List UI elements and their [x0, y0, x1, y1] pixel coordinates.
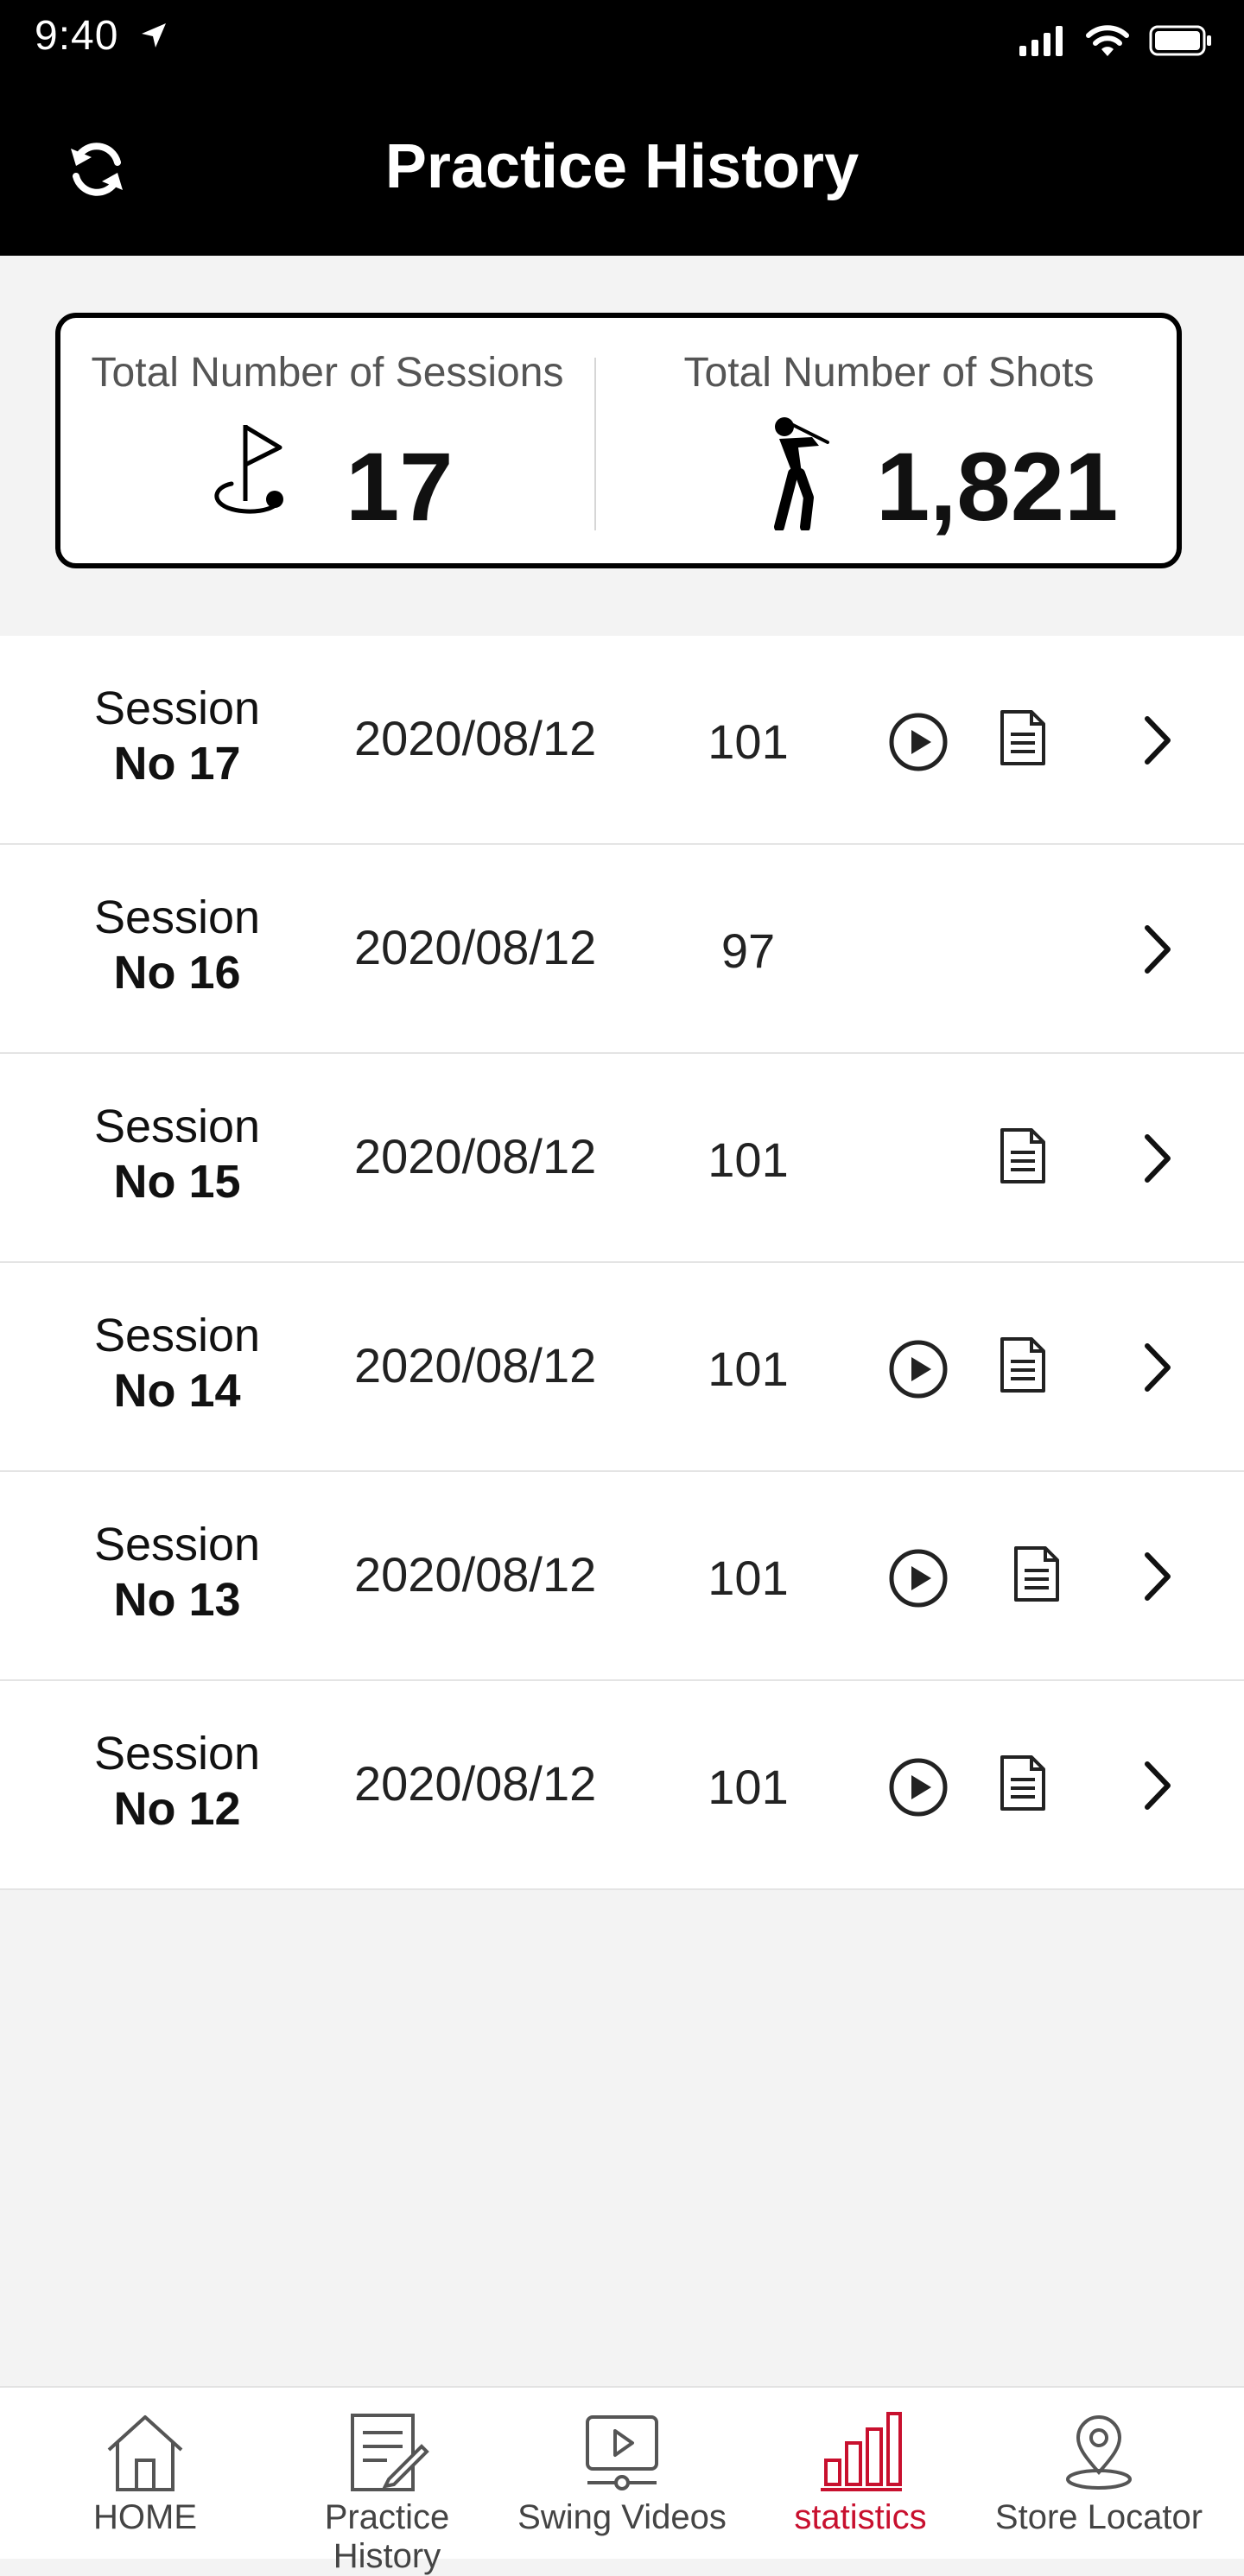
tab-bar: HOME Practice History Swing Videos stati… — [0, 2386, 1244, 2575]
session-row[interactable]: Session No 12 2020/08/12 101 — [0, 1681, 1244, 1890]
page-title: Practice History — [384, 132, 860, 201]
time-text: 9:40 — [35, 13, 119, 59]
session-date: 2020/08/12 — [354, 711, 597, 765]
shots-label: Total Number of Shots — [683, 350, 1095, 396]
session-number: No 17 — [113, 738, 241, 790]
session-name: Session No 12 — [60, 1726, 294, 1837]
play-video-icon[interactable] — [888, 1339, 949, 1399]
session-date: 2020/08/12 — [354, 920, 597, 974]
session-name: Session No 17 — [60, 681, 294, 791]
tab-home-label: HOME — [93, 2498, 197, 2536]
status-time: 9:40 — [35, 12, 171, 60]
chevron-right-icon[interactable] — [1135, 919, 1178, 980]
session-row[interactable]: Session No 16 2020/08/12 97 — [0, 845, 1244, 1054]
play-video-icon[interactable] — [888, 712, 949, 772]
sessions-count: 17 — [346, 433, 454, 541]
practice-history-icon — [351, 2414, 429, 2491]
play-video-icon[interactable] — [888, 1757, 949, 1818]
session-date: 2020/08/12 — [354, 1756, 597, 1811]
location-arrow-icon — [141, 23, 166, 48]
tab-home[interactable]: HOME — [74, 2388, 216, 2559]
session-number: No 12 — [113, 1783, 241, 1835]
chevron-right-icon[interactable] — [1135, 1128, 1178, 1189]
session-date: 2020/08/12 — [354, 1129, 597, 1183]
tab-store-locator-label: Store Locator — [994, 2498, 1203, 2536]
chevron-right-icon[interactable] — [1135, 1546, 1178, 1607]
report-document-icon[interactable] — [999, 1126, 1047, 1185]
tab-statistics-label: statistics — [794, 2498, 927, 2536]
tab-practice-history-label: Practice History — [324, 2498, 450, 2575]
report-document-icon[interactable] — [999, 1754, 1047, 1812]
shots-summary: Total Number of Shots 1,821 — [596, 318, 1182, 563]
session-shot-count: 101 — [708, 1133, 789, 1187]
chevron-right-icon[interactable] — [1135, 1337, 1178, 1398]
sessions-label: Total Number of Sessions — [91, 350, 564, 396]
tab-store-locator[interactable]: Store Locator — [995, 2388, 1203, 2559]
signal-icon — [1019, 26, 1063, 56]
golf-flag-icon — [214, 424, 283, 514]
session-row[interactable]: Session No 17 2020/08/12 101 — [0, 636, 1244, 845]
session-number: No 15 — [113, 1156, 241, 1208]
session-row[interactable]: Session No 15 2020/08/12 101 — [0, 1054, 1244, 1263]
chevron-right-icon[interactable] — [1135, 710, 1178, 771]
session-label: Session — [93, 1728, 261, 1780]
session-shot-count: 101 — [708, 1760, 789, 1814]
home-icon — [107, 2415, 183, 2491]
session-label: Session — [93, 1101, 261, 1152]
store-locator-icon — [1066, 2415, 1132, 2490]
status-bar: 9:40 — [0, 0, 1244, 79]
session-name: Session No 13 — [60, 1517, 294, 1627]
report-document-icon[interactable] — [999, 1336, 1047, 1394]
session-name: Session No 15 — [60, 1099, 294, 1209]
statistics-icon — [821, 2412, 902, 2491]
session-number: No 14 — [113, 1365, 241, 1417]
tab-practice-history[interactable]: Practice History — [316, 2388, 458, 2575]
session-shot-count: 97 — [720, 923, 776, 978]
play-video-icon[interactable] — [888, 1548, 949, 1608]
wifi-icon — [1086, 25, 1129, 56]
session-number: No 13 — [113, 1574, 241, 1626]
session-date: 2020/08/12 — [354, 1547, 597, 1602]
tab-swing-videos[interactable]: Swing Videos — [517, 2388, 727, 2559]
session-label: Session — [93, 1310, 261, 1361]
session-shot-count: 101 — [708, 714, 789, 769]
session-row[interactable]: Session No 14 2020/08/12 101 — [0, 1263, 1244, 1472]
session-label: Session — [93, 682, 261, 734]
status-icons — [1018, 19, 1213, 62]
chevron-right-icon[interactable] — [1135, 1755, 1178, 1816]
sessions-summary: Total Number of Sessions 17 — [60, 318, 594, 563]
session-shot-count: 101 — [708, 1551, 789, 1605]
tab-swing-videos-label: Swing Videos — [517, 2498, 727, 2536]
session-date: 2020/08/12 — [354, 1338, 597, 1393]
report-document-icon[interactable] — [1012, 1545, 1061, 1603]
shots-count: 1,821 — [876, 433, 1119, 541]
session-label: Session — [93, 891, 261, 943]
session-name: Session No 16 — [60, 890, 294, 1000]
tab-statistics[interactable]: statistics — [790, 2388, 931, 2559]
golfer-icon — [774, 417, 829, 530]
session-row[interactable]: Session No 13 2020/08/12 101 — [0, 1472, 1244, 1681]
session-name: Session No 14 — [60, 1308, 294, 1418]
session-label: Session — [93, 1519, 261, 1570]
summary-card: Total Number of Sessions 17 Total Number… — [55, 313, 1182, 568]
swing-videos-icon — [586, 2415, 658, 2490]
session-shot-count: 101 — [708, 1342, 789, 1396]
session-list: Session No 17 2020/08/12 101 Session No 16 202… — [0, 636, 1244, 1890]
session-number: No 16 — [113, 947, 241, 999]
report-document-icon[interactable] — [999, 708, 1047, 767]
battery-icon — [1149, 25, 1211, 56]
nav-bar: Practice History — [0, 79, 1244, 256]
